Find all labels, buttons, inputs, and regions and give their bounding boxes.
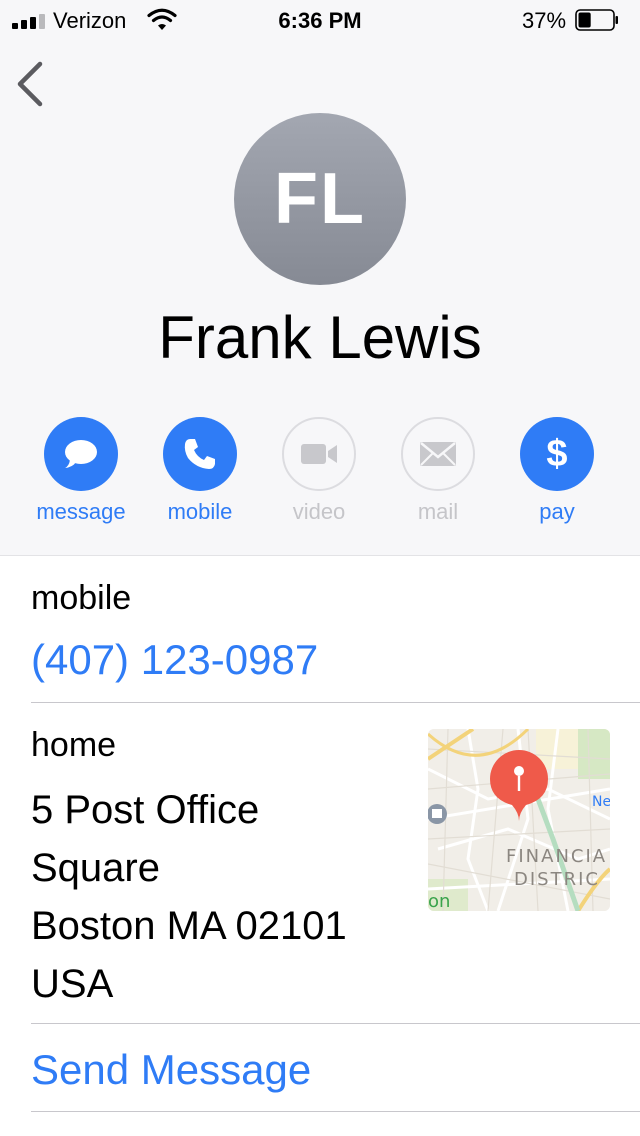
address-line: 5 Post Office [31, 788, 260, 832]
map-label: FINANCIA [506, 846, 607, 867]
map-graphic: FINANCIA DISTRIC Ne on [428, 729, 610, 911]
contact-header: Verizon 6:36 PM 37% FL Frank Lewis messa… [0, 0, 640, 556]
address-label: home [31, 726, 117, 764]
mail-action-label: mail [417, 499, 459, 524]
phone-label: mobile [31, 579, 132, 617]
dollar-icon: $ [546, 433, 568, 475]
phone-icon [184, 439, 215, 469]
contact-card-screen: Verizon 6:36 PM 37% FL Frank Lewis messa… [0, 0, 640, 1136]
avatar-initials: FL [274, 159, 366, 239]
send-message-button[interactable]: Send Message [31, 1044, 311, 1096]
divider [31, 1023, 640, 1024]
map-label: Ne [592, 794, 610, 810]
divider [31, 702, 640, 703]
envelope-icon [420, 442, 456, 466]
status-bar: Verizon 6:36 PM 37% [0, 0, 640, 40]
pay-action-button[interactable]: $ pay [497, 417, 617, 537]
video-action-label: video [292, 499, 346, 524]
avatar: FL [234, 113, 406, 285]
mail-action-button[interactable]: mail [378, 417, 498, 537]
address-line: USA [31, 962, 114, 1006]
pay-action-label: pay [539, 499, 575, 524]
message-bubble-icon [65, 440, 97, 468]
back-button[interactable] [12, 58, 52, 110]
battery-icon [575, 9, 618, 31]
message-action-button[interactable]: message [21, 417, 141, 537]
video-action-button[interactable]: video [259, 417, 379, 537]
video-action-circle[interactable] [282, 417, 356, 491]
message-action-label: message [36, 499, 126, 524]
contact-name: Frank Lewis [158, 304, 482, 371]
message-action-circle[interactable] [44, 417, 118, 491]
address-text[interactable]: 5 Post Office Square Boston MA 02101 USA [31, 781, 411, 1013]
mobile-action-label: mobile [167, 499, 233, 524]
address-line: Boston MA 02101 [31, 904, 347, 948]
map-thumbnail[interactable]: FINANCIA DISTRIC Ne on [428, 729, 610, 911]
video-camera-icon [301, 444, 337, 464]
map-label: on [428, 891, 450, 911]
mail-action-circle[interactable] [401, 417, 475, 491]
mobile-action-button[interactable]: mobile [140, 417, 260, 537]
mobile-action-circle[interactable] [163, 417, 237, 491]
pay-action-circle[interactable]: $ [520, 417, 594, 491]
phone-number-link[interactable]: (407) 123-0987 [31, 634, 318, 686]
address-line: Square [31, 846, 160, 890]
map-label: DISTRIC [514, 869, 600, 890]
divider [31, 1111, 640, 1112]
battery-percent: 37% [522, 8, 567, 33]
